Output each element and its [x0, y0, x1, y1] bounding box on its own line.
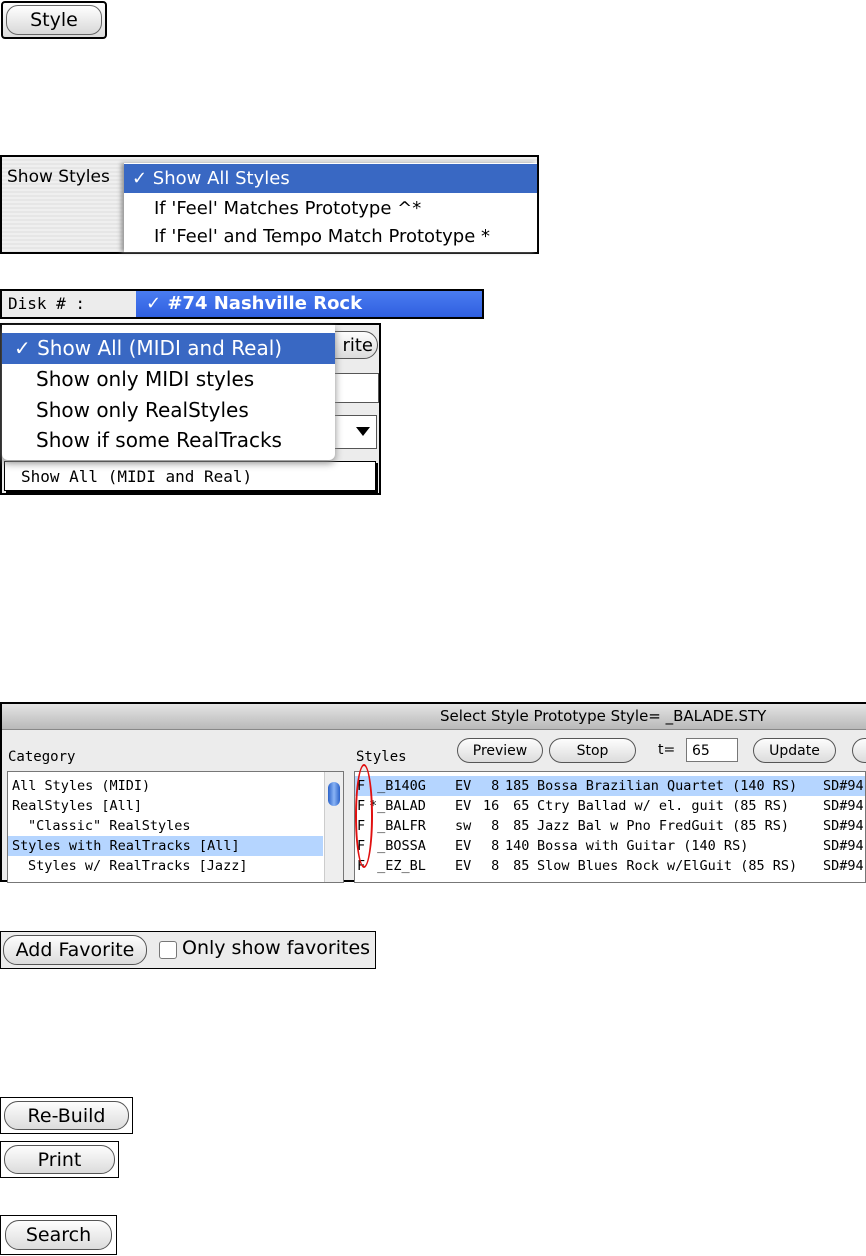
- styles-list[interactable]: F _B140G EV 8 185 Bossa Brazilian Quartet (…: [354, 771, 866, 883]
- style-tempo: 185: [505, 778, 530, 794]
- disk-select[interactable]: Disk # : ✓ #74 Nashville Rock MultiStyle…: [0, 289, 484, 340]
- menu-item-only-realstyles[interactable]: Show only RealStyles: [2, 395, 335, 426]
- category-item[interactable]: RealStyles [All]: [8, 796, 343, 816]
- style-row[interactable]: F _B140G EV 8 185 Bossa Brazilian Quartet (…: [355, 776, 865, 796]
- search-button[interactable]: Search: [5, 1220, 112, 1250]
- category-item-selected[interactable]: Styles with RealTracks [All]: [8, 836, 323, 856]
- style-subdivision: 8: [483, 838, 500, 854]
- style-row[interactable]: F *_BALAD EV 16 65 Ctry Ballad w/ el. guit (…: [355, 796, 865, 816]
- preview-button[interactable]: Preview: [457, 738, 543, 763]
- disk-label: Disk # :: [8, 294, 86, 313]
- only-favorites-checkbox[interactable]: [159, 941, 177, 959]
- show-styles-panel: Show Styles ✓ Show All Styles If 'Feel' …: [0, 155, 539, 254]
- category-item[interactable]: "Classic" RealStyles: [8, 816, 343, 836]
- style-feel: EV: [455, 858, 472, 874]
- style-button-label: Style: [6, 5, 102, 35]
- style-description: Ctry Ballad w/ el. guit (85 RS): [537, 798, 789, 814]
- style-name: *_BALAD: [369, 798, 426, 814]
- category-item[interactable]: All Styles (MIDI): [8, 776, 343, 796]
- style-tempo: 140: [505, 838, 530, 854]
- style-name: _BOSSA: [369, 838, 426, 854]
- style-disk: SD#94: [823, 778, 864, 794]
- menu-item-feel-tempo-match[interactable]: If 'Feel' and Tempo Match Prototype *: [124, 225, 537, 249]
- tempo-label: t=: [658, 742, 676, 758]
- category-scrollbar[interactable]: [324, 772, 343, 882]
- style-row[interactable]: F _BOSSA EV 8 140 Bossa with Guitar (140 RS…: [355, 836, 865, 856]
- add-favorite-button[interactable]: Add Favorite: [3, 935, 147, 965]
- style-row[interactable]: F _EZ_BL EV 8 85 Slow Blues Rock w/ElGuit …: [355, 856, 865, 876]
- style-description: Bossa with Guitar (140 RS): [537, 838, 749, 854]
- menu-item-some-realtracks[interactable]: Show if some RealTracks: [2, 425, 335, 456]
- category-label: Category: [8, 749, 76, 765]
- style-subdivision: 16: [483, 798, 500, 814]
- style-feel: sw: [455, 818, 472, 834]
- menu-item-show-all-styles[interactable]: ✓ Show All Styles: [124, 164, 537, 193]
- style-button[interactable]: Style: [1, 1, 107, 39]
- menu-item-only-midi[interactable]: Show only MIDI styles: [2, 364, 335, 395]
- style-disk: SD#94: [823, 818, 864, 834]
- category-item[interactable]: Styles w/ RealTracks [Jazz]: [8, 856, 343, 876]
- style-name: _B140G: [369, 778, 426, 794]
- style-description: Bossa Brazilian Quartet (140 RS): [537, 778, 798, 794]
- search-frame: Search: [0, 1215, 117, 1255]
- menu-item-show-all[interactable]: ✓ Show All (MIDI and Real): [2, 333, 335, 364]
- stop-button[interactable]: Stop: [549, 738, 636, 763]
- styles-label: Styles: [356, 749, 407, 765]
- style-description: Jazz Bal w Pno FredGuit (85 RS): [537, 818, 789, 834]
- style-subdivision: 8: [483, 818, 500, 834]
- style-feel: EV: [455, 798, 472, 814]
- style-disk: SD#94: [823, 798, 864, 814]
- print-frame: Print: [0, 1141, 119, 1178]
- dialog-title: Select Style Prototype Style= _BALADE.ST…: [2, 704, 866, 730]
- red-highlight-ellipse: [355, 764, 373, 868]
- disk-value[interactable]: ✓ #74 Nashville Rock MultiStyles: [136, 291, 482, 340]
- show-styles-menu: ✓ Show All Styles If 'Feel' Matches Prot…: [124, 163, 537, 252]
- filter-current-field[interactable]: Show All (MIDI and Real): [4, 461, 376, 491]
- style-subdivision: 8: [483, 858, 500, 874]
- style-name: _EZ_BL: [369, 858, 426, 874]
- rebuild-button[interactable]: Re-Build: [4, 1101, 129, 1130]
- style-subdivision: 8: [483, 778, 500, 794]
- style-name: _BALFR: [369, 818, 426, 834]
- category-list[interactable]: All Styles (MIDI) RealStyles [All] "Clas…: [7, 771, 344, 883]
- style-feel: EV: [455, 838, 472, 854]
- filter-menu: ✓ Show All (MIDI and Real) Show only MID…: [2, 325, 335, 460]
- style-tempo: 65: [505, 798, 530, 814]
- partial-button[interactable]: [852, 738, 866, 763]
- scroll-thumb[interactable]: [328, 782, 340, 806]
- only-favorites-label: Only show favorites: [182, 937, 371, 959]
- dropdown-arrow-icon: [356, 427, 370, 436]
- favorites-bar: Add Favorite Only show favorites: [0, 931, 376, 969]
- style-row[interactable]: F _BALFR sw 8 85 Jazz Bal w Pno FredGuit (…: [355, 816, 865, 836]
- style-disk: SD#94: [823, 858, 864, 874]
- tempo-input[interactable]: 65: [686, 738, 738, 762]
- style-feel: EV: [455, 778, 472, 794]
- print-button[interactable]: Print: [4, 1145, 115, 1174]
- style-disk: SD#94: [823, 838, 864, 854]
- style-description: Slow Blues Rock w/ElGuit (85 RS): [537, 858, 798, 874]
- style-dialog: Select Style Prototype Style= _BALADE.ST…: [0, 702, 866, 883]
- filter-panel: rite Show All (MIDI and Real) ✓ Show All…: [0, 323, 381, 495]
- rebuild-frame: Re-Build: [0, 1097, 133, 1134]
- style-tempo: 85: [505, 858, 530, 874]
- update-button[interactable]: Update: [753, 738, 836, 763]
- show-styles-label: Show Styles: [7, 167, 110, 187]
- menu-item-feel-matches[interactable]: If 'Feel' Matches Prototype ^*: [124, 197, 537, 221]
- style-tempo: 85: [505, 818, 530, 834]
